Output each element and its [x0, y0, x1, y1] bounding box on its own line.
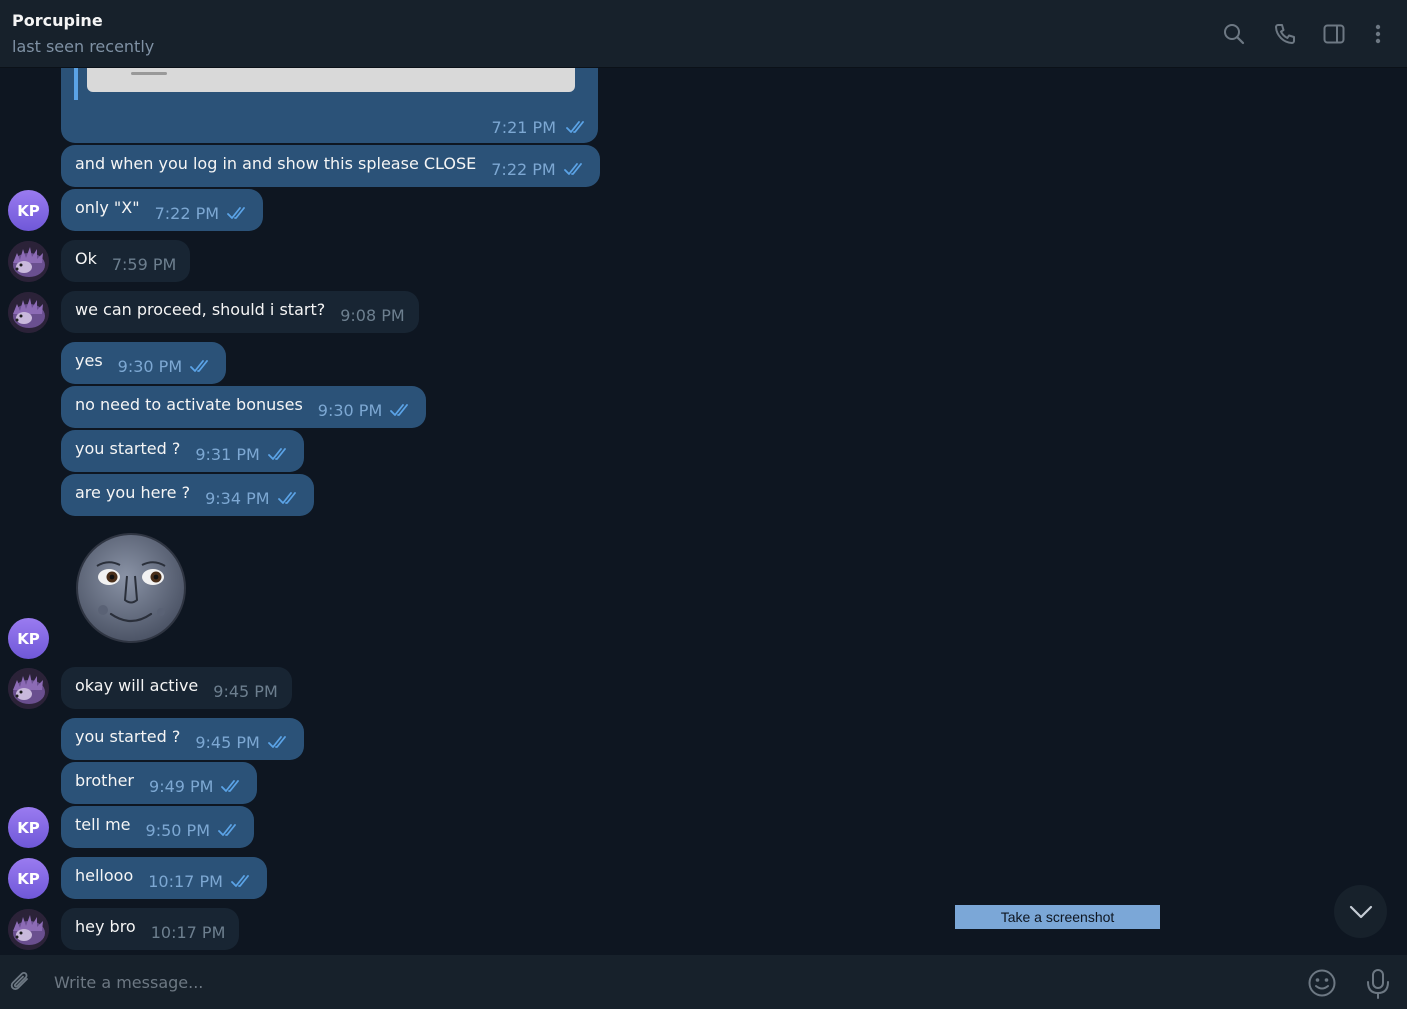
- porcupine-avatar-image: [8, 909, 49, 950]
- message-bubble[interactable]: are you here ? 9:34 PM: [61, 474, 314, 516]
- new-moon-face-sticker[interactable]: [75, 532, 187, 644]
- chat-title[interactable]: Porcupine: [12, 11, 103, 30]
- avatar[interactable]: KP: [8, 618, 49, 659]
- read-ticks-icon: [218, 824, 236, 836]
- message-text: brother: [75, 770, 135, 790]
- message-time: 9:49 PM: [149, 776, 214, 796]
- read-ticks-icon: [277, 492, 296, 504]
- message-bubble[interactable]: hey bro 10:17 PM: [61, 908, 240, 950]
- message-text: okay will active: [75, 675, 199, 695]
- read-ticks-icon: [563, 163, 582, 175]
- message-text: no need to activate bonuses: [75, 394, 303, 414]
- message-time: 7:21 PM: [491, 118, 556, 137]
- message-text: you started ?: [75, 726, 181, 746]
- read-ticks-icon: [190, 360, 209, 372]
- porcupine-avatar-image: [8, 241, 49, 282]
- message-time: 9:34 PM: [205, 488, 270, 508]
- message-time: 7:59 PM: [111, 254, 177, 274]
- chevron-down-icon: [1349, 905, 1372, 918]
- message-input[interactable]: [54, 967, 1284, 997]
- emoji-icon[interactable]: [1307, 968, 1337, 998]
- message-text: hellooo: [75, 865, 134, 885]
- message-composer: [0, 955, 1407, 1009]
- chat-header: Porcupine last seen recently: [0, 0, 1407, 68]
- more-vertical-icon[interactable]: [1364, 20, 1392, 48]
- message-time: 7:22 PM: [154, 203, 220, 223]
- avatar[interactable]: [8, 909, 49, 950]
- porcupine-avatar-image: [8, 668, 49, 709]
- message-bubble[interactable]: you started ? 9:45 PM: [61, 718, 304, 760]
- message-bubble[interactable]: no need to activate bonuses 9:30 PM: [61, 386, 427, 428]
- message-bubble[interactable]: you started ? 9:31 PM: [61, 430, 304, 472]
- chat-status: last seen recently: [12, 37, 155, 56]
- message-text: you started ?: [75, 438, 181, 458]
- message-time: 9:08 PM: [340, 305, 405, 325]
- message-text: we can proceed, should i start?: [75, 299, 326, 319]
- phone-icon[interactable]: [1271, 20, 1299, 48]
- take-screenshot-button[interactable]: Take a screenshot: [955, 905, 1160, 929]
- message-text: are you here ?: [75, 482, 191, 502]
- avatar[interactable]: [8, 292, 49, 333]
- message-time: 7:22 PM: [491, 159, 556, 179]
- message-text: and when you log in and show this spleas…: [75, 153, 477, 173]
- message-time: 9:30 PM: [117, 356, 183, 376]
- message-bubble[interactable]: okay will active 9:45 PM: [61, 667, 292, 709]
- message-time: 10:17 PM: [148, 871, 223, 891]
- message-bubble[interactable]: hellooo 10:17 PM: [61, 857, 267, 899]
- message-media-bubble[interactable]: 7:21 PM: [61, 68, 598, 143]
- attach-icon[interactable]: [8, 970, 34, 996]
- message-time: 9:50 PM: [145, 820, 210, 840]
- message-time: 9:45 PM: [195, 732, 260, 752]
- read-ticks-icon: [390, 404, 409, 416]
- read-ticks-icon: [566, 121, 584, 133]
- message-text: yes: [75, 350, 103, 370]
- message-bubble[interactable]: only "X" 7:22 PM: [61, 189, 264, 231]
- message-list[interactable]: 7:21 PM and when you log in and show thi…: [0, 68, 1407, 955]
- read-ticks-icon: [267, 736, 286, 748]
- read-ticks-icon: [227, 207, 245, 219]
- avatar[interactable]: [8, 241, 49, 282]
- message-time: 9:31 PM: [195, 444, 260, 464]
- avatar[interactable]: KP: [8, 858, 49, 899]
- message-bubble[interactable]: tell me 9:50 PM: [61, 806, 254, 848]
- sidebar-toggle-icon[interactable]: [1320, 20, 1348, 48]
- message-text: hey bro: [75, 916, 136, 936]
- avatar[interactable]: KP: [8, 807, 49, 848]
- message-time: 9:45 PM: [213, 681, 278, 701]
- avatar[interactable]: KP: [8, 190, 49, 231]
- message-time: 9:30 PM: [317, 400, 383, 420]
- message-bubble[interactable]: brother 9:49 PM: [61, 762, 258, 804]
- search-icon[interactable]: [1220, 20, 1248, 48]
- media-accent-bar: [74, 68, 78, 100]
- message-text: only "X": [75, 197, 140, 217]
- microphone-icon[interactable]: [1364, 968, 1392, 1000]
- message-bubble[interactable]: Ok 7:59 PM: [61, 240, 191, 282]
- read-ticks-icon: [267, 448, 286, 460]
- message-text: tell me: [75, 814, 131, 834]
- message-bubble[interactable]: we can proceed, should i start? 9:08 PM: [61, 291, 419, 333]
- avatar[interactable]: [8, 668, 49, 709]
- read-ticks-icon: [231, 875, 249, 887]
- porcupine-avatar-image: [8, 292, 49, 333]
- message-bubble[interactable]: and when you log in and show this spleas…: [61, 145, 600, 187]
- scroll-down-button[interactable]: [1334, 885, 1387, 938]
- read-ticks-icon: [221, 780, 240, 792]
- message-bubble[interactable]: yes 9:30 PM: [61, 342, 227, 384]
- message-time: 10:17 PM: [150, 922, 226, 942]
- media-preview-image[interactable]: [87, 68, 575, 92]
- message-text: Ok: [75, 248, 97, 268]
